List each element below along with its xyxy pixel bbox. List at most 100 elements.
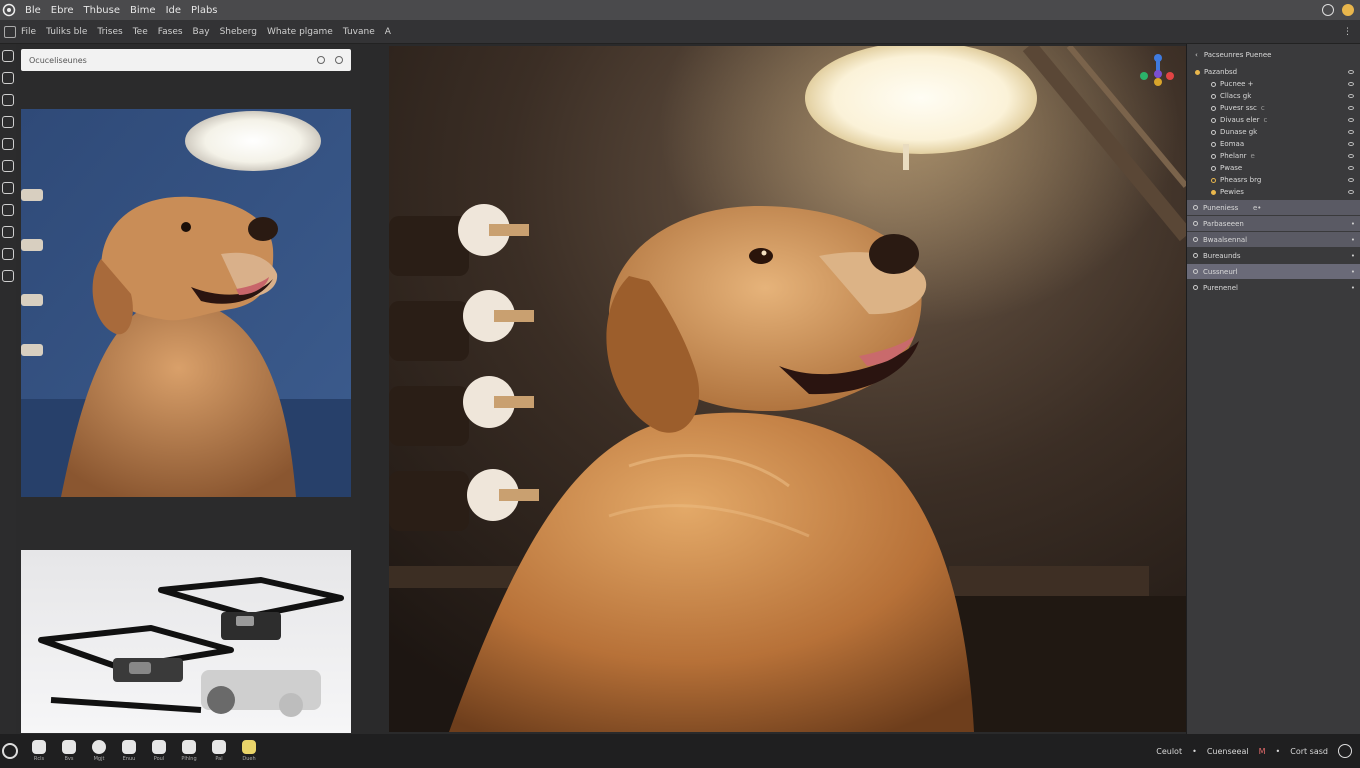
menu-item[interactable]: Thbuse: [79, 5, 126, 16]
move-tool-icon[interactable]: [2, 50, 14, 62]
object-icon: [1211, 93, 1216, 99]
grid-icon: [242, 740, 256, 754]
menu-item[interactable]: Ide: [161, 5, 186, 16]
toolbar-item[interactable]: File: [16, 27, 41, 37]
toolbar-item[interactable]: Whate plgame: [262, 27, 338, 37]
refresh-icon[interactable]: [335, 56, 343, 64]
update-icon[interactable]: [1322, 4, 1334, 16]
visibility-icon[interactable]: [1348, 70, 1354, 74]
dog-icon: [152, 740, 166, 754]
tree-item[interactable]: Divaus eler c: [1187, 114, 1360, 126]
tree-item-label: Puvesr ssc: [1220, 104, 1257, 112]
tree-item[interactable]: Puvesr ssc c: [1187, 102, 1360, 114]
bottom-tool[interactable]: Dueh: [234, 740, 264, 762]
home-icon[interactable]: [2, 743, 18, 759]
tree-item[interactable]: Pazanbsd: [1187, 66, 1360, 78]
select-tool-icon[interactable]: [2, 72, 14, 84]
layer-row[interactable]: Puneniess e•: [1187, 200, 1360, 215]
clone-tool-icon[interactable]: [2, 160, 14, 172]
visibility-icon[interactable]: [1348, 190, 1354, 194]
crop-tool-icon[interactable]: [2, 270, 14, 282]
eraser-tool-icon[interactable]: [2, 138, 14, 150]
toolbar-item[interactable]: A: [380, 27, 396, 37]
collapse-icon[interactable]: ‹: [1195, 51, 1198, 59]
toolbar-item[interactable]: Tuliks ble: [41, 27, 92, 37]
visibility-icon[interactable]: [1348, 154, 1354, 158]
bottom-tool-label: Pal: [215, 756, 223, 762]
toolbar-item[interactable]: Tee: [128, 27, 153, 37]
tree-item[interactable]: Phelanr e: [1187, 150, 1360, 162]
toolbar-item[interactable]: Fases: [153, 27, 188, 37]
layer-icon: [1193, 237, 1198, 242]
canvas-area: [360, 44, 1186, 734]
tree-item[interactable]: Cllacs gk: [1187, 90, 1360, 102]
reference-image-camera-rig[interactable]: [21, 550, 351, 733]
tree-item-label: Pwase: [1220, 164, 1243, 172]
settings-icon[interactable]: [317, 56, 325, 64]
view-gizmo-icon[interactable]: [1136, 52, 1180, 90]
tree-item[interactable]: Pwase: [1187, 162, 1360, 174]
layer-suffix: •: [1350, 251, 1355, 260]
visibility-icon[interactable]: [1348, 130, 1354, 134]
layer-row[interactable]: Bureaunds •: [1187, 248, 1360, 263]
reference-search-bar[interactable]: Ocuceliseunes: [21, 49, 351, 71]
visibility-icon[interactable]: [1348, 106, 1354, 110]
zoom-tool-icon[interactable]: [2, 204, 14, 216]
layer-icon: [1193, 221, 1198, 226]
visibility-icon[interactable]: [1348, 166, 1354, 170]
toolbar-item[interactable]: Bay: [188, 27, 215, 37]
app-logo-icon[interactable]: [2, 3, 16, 17]
bottom-tool-label: Enuu: [122, 756, 136, 762]
bottom-tool[interactable]: Enuu: [114, 740, 144, 762]
toolbar-icon[interactable]: [4, 25, 16, 38]
reference-image-dog[interactable]: [21, 109, 351, 497]
menu-item[interactable]: Bime: [125, 5, 161, 16]
visibility-icon[interactable]: [1348, 142, 1354, 146]
visibility-icon[interactable]: [1348, 82, 1354, 86]
bottom-tool[interactable]: Plhlng: [174, 740, 204, 762]
heart-icon: [92, 740, 106, 754]
toolbar-item[interactable]: Sheberg: [215, 27, 262, 37]
bottom-tool[interactable]: Rcls: [24, 740, 54, 762]
tree-item-label: Dunase gk: [1220, 128, 1258, 136]
tree-item[interactable]: Eomaa: [1187, 138, 1360, 150]
layer-label: Parbaseeen: [1203, 219, 1244, 228]
brush-tool-icon[interactable]: [2, 116, 14, 128]
bottom-tool[interactable]: Mgjt: [84, 740, 114, 762]
tree-item[interactable]: Pewies: [1187, 186, 1360, 198]
main-canvas[interactable]: [389, 46, 1186, 732]
hand-tool-icon[interactable]: [2, 182, 14, 194]
lasso-tool-icon[interactable]: [2, 94, 14, 106]
tree-item-label: Eomaa: [1220, 140, 1245, 148]
bottom-tool[interactable]: Bvs: [54, 740, 84, 762]
toolbar-more-icon[interactable]: ⋮: [1343, 27, 1360, 37]
bottom-toolbar: Rcls Bvs Mgjt Enuu Poul Plhlng Pal Dueh: [0, 734, 1360, 768]
text-tool-icon[interactable]: [2, 226, 14, 238]
visibility-icon[interactable]: [1348, 178, 1354, 182]
layer-suffix: •: [1350, 283, 1355, 292]
layer-row[interactable]: Purenenel •: [1187, 280, 1360, 295]
tree-item[interactable]: Pucnee +: [1187, 78, 1360, 90]
notification-icon[interactable]: [1342, 4, 1354, 16]
profile-icon[interactable]: [1338, 744, 1352, 758]
menu-item[interactable]: Ble: [20, 5, 46, 16]
layer-row-selected[interactable]: Cussneurl •: [1187, 264, 1360, 279]
status-area: Ceulot • Cuenseeal M • Cort sasd: [1156, 744, 1360, 758]
toolbar-item[interactable]: Trises: [92, 27, 127, 37]
visibility-icon[interactable]: [1348, 118, 1354, 122]
bottom-tool[interactable]: Pal: [204, 740, 234, 762]
menu-item[interactable]: Plabs: [186, 5, 223, 16]
tree-item[interactable]: Dunase gk: [1187, 126, 1360, 138]
visibility-icon[interactable]: [1348, 94, 1354, 98]
shape-tool-icon[interactable]: [2, 248, 14, 260]
tree-item-label: Pewies: [1220, 188, 1244, 196]
menu-item[interactable]: Ebre: [46, 5, 79, 16]
layer-row[interactable]: Parbaseeen •: [1187, 216, 1360, 231]
tree-item[interactable]: Pheasrs brg: [1187, 174, 1360, 186]
layer-suffix: •: [1350, 219, 1355, 228]
paw-icon: [62, 740, 76, 754]
reference-search-input[interactable]: Ocuceliseunes: [29, 56, 87, 65]
toolbar-item[interactable]: Tuvane: [338, 27, 380, 37]
bottom-tool[interactable]: Poul: [144, 740, 174, 762]
layer-row[interactable]: Bwaalsennal •: [1187, 232, 1360, 247]
